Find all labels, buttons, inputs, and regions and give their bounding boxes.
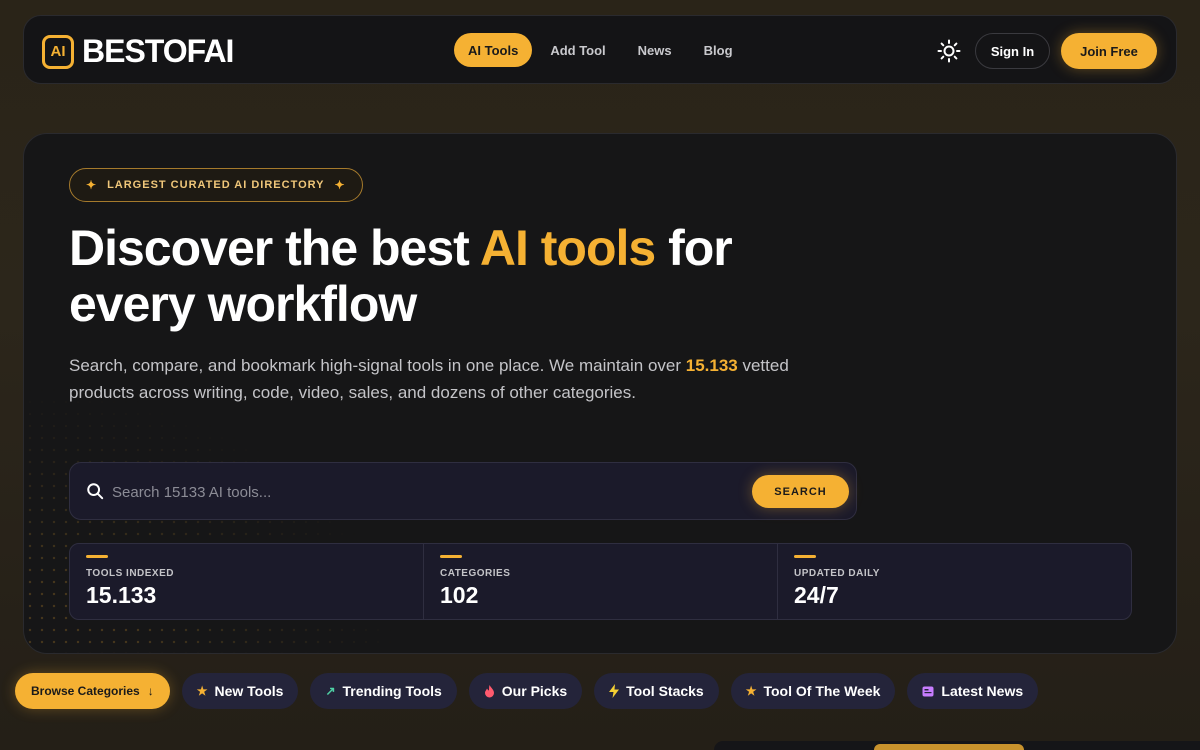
chip-latest-news[interactable]: Latest News [907,673,1039,709]
chip-trending-tools[interactable]: ↗ Trending Tools [310,673,457,709]
search-icon [87,483,104,500]
browse-categories-button[interactable]: Browse Categories ↓ [15,673,170,709]
hero-description: Search, compare, and bookmark high-signa… [69,352,789,406]
join-free-button[interactable]: Join Free [1061,33,1157,69]
next-section-peek [714,741,1200,750]
arrow-down-icon: ↓ [147,684,154,698]
stat-label: CATEGORIES [440,568,511,579]
stat-accent-bar [440,555,462,558]
chip-label: Tool Stacks [626,683,704,699]
stat-categories: CATEGORIES 102 [424,544,778,619]
search-input[interactable] [112,477,742,507]
category-chips: Browse Categories ↓ ★ New Tools ↗ Trendi… [15,673,1039,709]
directory-badge: ✦ LARGEST CURATED AI DIRECTORY ✦ [69,168,363,202]
tool-count-highlight: 15.133 [685,356,738,375]
nav-add-tool[interactable]: Add Tool [536,33,619,67]
peek-accent [874,744,1024,750]
chip-label: Latest News [941,683,1024,699]
page-title: Discover the best AI tools for every wor… [69,220,849,332]
star-icon: ★ [745,684,757,698]
fire-icon [484,684,494,697]
sparkle-icon: ✦ [334,178,346,192]
stat-value: 102 [440,582,479,608]
headline-highlight: AI tools [479,220,656,276]
stats-row: TOOLS INDEXED 15.133 CATEGORIES 102 UPDA… [69,543,1132,620]
headline-pre: Discover the best [69,220,480,276]
stat-tools-indexed: TOOLS INDEXED 15.133 [70,544,424,619]
stat-accent-bar [86,555,108,558]
top-navbar: AI BESTOFAI AI Tools Add Tool News Blog … [23,15,1177,84]
description-pre: Search, compare, and bookmark high-signa… [69,356,686,375]
stat-label: TOOLS INDEXED [86,568,174,579]
chip-tool-stacks[interactable]: Tool Stacks [594,673,719,709]
nav-news[interactable]: News [624,33,686,67]
bolt-icon [609,684,620,698]
chip-tool-of-the-week[interactable]: ★ Tool Of The Week [730,673,896,709]
chip-label: Trending Tools [342,683,442,699]
main-nav: AI Tools Add Tool News Blog [454,33,747,67]
stat-updated-daily: UPDATED DAILY 24/7 [778,544,1131,619]
stat-value: 24/7 [794,582,839,608]
trending-icon: ↗ [325,684,336,698]
search-button[interactable]: SEARCH [752,475,849,508]
hero-panel: ✦ LARGEST CURATED AI DIRECTORY ✦ Discove… [23,133,1177,654]
stat-value: 15.133 [86,582,157,608]
chip-our-picks[interactable]: Our Picks [468,673,583,709]
chip-label: Our Picks [501,683,568,699]
logo-badge-icon: AI [42,34,74,69]
news-icon [922,686,934,696]
nav-ai-tools[interactable]: AI Tools [454,33,533,67]
chip-label: New Tools [214,683,284,699]
search-bar: SEARCH [69,462,857,520]
nav-blog[interactable]: Blog [690,33,747,67]
sign-in-button[interactable]: Sign In [975,33,1050,69]
sun-icon[interactable] [936,38,962,64]
logo-text: BESTOFAI [82,33,234,69]
chip-label: Tool Of The Week [763,683,881,699]
badge-label: LARGEST CURATED AI DIRECTORY [107,179,325,191]
stat-label: UPDATED DAILY [794,568,880,579]
stat-accent-bar [794,555,816,558]
chip-new-tools[interactable]: ★ New Tools [181,673,299,709]
browse-categories-label: Browse Categories [31,684,140,698]
star-icon: ★ [196,684,208,698]
sparkle-icon: ✦ [86,178,98,192]
logo[interactable]: AI BESTOFAI [42,33,234,70]
